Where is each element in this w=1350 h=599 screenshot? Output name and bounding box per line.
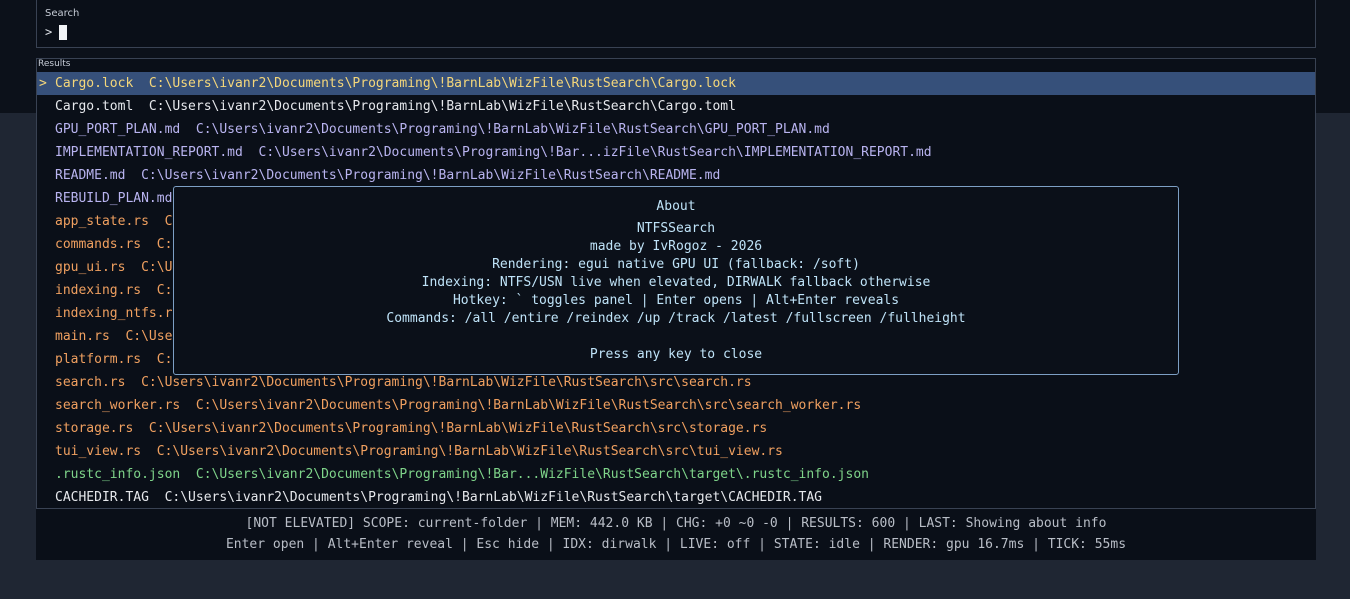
app-window: Search > Results > Cargo.lock C:\Users\iv… <box>0 0 1350 599</box>
result-text: search_worker.rs C:\Users\ivanr2\Documen… <box>55 398 862 413</box>
about-hotkey: Hotkey: ` toggles panel | Enter opens | … <box>452 293 900 308</box>
result-row[interactable]: GPU_PORT_PLAN.md C:\Users\ivanr2\Documen… <box>37 118 1315 141</box>
search-input[interactable]: > <box>45 23 68 41</box>
about-close-hint: Press any key to close <box>589 347 763 362</box>
result-row[interactable]: CACHEDIR.TAG C:\Users\ivanr2\Documents\P… <box>37 486 1315 508</box>
result-text: commands.rs C: <box>55 237 173 252</box>
result-text: platform.rs C: <box>55 352 173 367</box>
search-panel: Search > <box>36 0 1316 48</box>
result-row[interactable]: tui_view.rs C:\Users\ivanr2\Documents\Pr… <box>37 440 1315 463</box>
status-line-1: [NOT ELEVATED] SCOPE: current-folder | M… <box>245 516 1107 531</box>
about-commands: Commands: /all /entire /reindex /up /tra… <box>386 311 966 326</box>
result-text: gpu_ui.rs C:\U <box>55 260 173 275</box>
search-label: Search <box>45 8 80 19</box>
search-prompt: > <box>45 25 53 39</box>
result-text: IMPLEMENTATION_REPORT.md C:\Users\ivanr2… <box>55 145 932 160</box>
result-text: tui_view.rs C:\Users\ivanr2\Documents\Pr… <box>55 444 783 459</box>
result-text: .rustc_info.json C:\Users\ivanr2\Documen… <box>55 467 869 482</box>
result-text: storage.rs C:\Users\ivanr2\Documents\Pro… <box>55 421 768 436</box>
about-dialog[interactable]: About NTFSSearch made by IvRogoz - 2026 … <box>173 186 1179 375</box>
result-row[interactable]: README.md C:\Users\ivanr2\Documents\Prog… <box>37 164 1315 187</box>
result-text: CACHEDIR.TAG C:\Users\ivanr2\Documents\P… <box>55 490 823 505</box>
results-label: Results <box>38 59 71 69</box>
selection-marker: > <box>39 76 47 91</box>
text-cursor <box>59 24 68 40</box>
result-text: Cargo.toml C:\Users\ivanr2\Documents\Pro… <box>55 99 736 114</box>
result-text: main.rs C:\Use <box>55 329 173 344</box>
result-row[interactable]: search_worker.rs C:\Users\ivanr2\Documen… <box>37 394 1315 417</box>
result-text: REBUILD_PLAN.md <box>55 191 173 206</box>
about-title: About <box>656 199 696 214</box>
result-row[interactable]: > Cargo.lock C:\Users\ivanr2\Documents\Pr… <box>37 72 1315 95</box>
result-row[interactable]: Cargo.toml C:\Users\ivanr2\Documents\Pro… <box>37 95 1315 118</box>
result-text: app_state.rs C <box>55 214 173 229</box>
result-text: GPU_PORT_PLAN.md C:\Users\ivanr2\Documen… <box>55 122 830 137</box>
result-text: README.md C:\Users\ivanr2\Documents\Prog… <box>55 168 721 183</box>
result-text: Cargo.lock C:\Users\ivanr2\Documents\Pro… <box>55 76 736 91</box>
result-row[interactable]: IMPLEMENTATION_REPORT.md C:\Users\ivanr2… <box>37 141 1315 164</box>
status-line-2: Enter open | Alt+Enter reveal | Esc hide… <box>225 537 1127 552</box>
result-text: indexing_ntfs.r <box>55 306 173 321</box>
result-row[interactable]: storage.rs C:\Users\ivanr2\Documents\Pro… <box>37 417 1315 440</box>
result-row[interactable]: .rustc_info.json C:\Users\ivanr2\Documen… <box>37 463 1315 486</box>
about-app-name: NTFSSearch <box>636 221 716 236</box>
about-indexing: Indexing: NTFS/USN live when elevated, D… <box>421 275 931 290</box>
result-text: indexing.rs C: <box>55 283 173 298</box>
status-bar: [NOT ELEVATED] SCOPE: current-folder | M… <box>36 509 1316 560</box>
result-text: search.rs C:\Users\ivanr2\Documents\Prog… <box>55 375 752 390</box>
about-rendering: Rendering: egui native GPU UI (fallback:… <box>492 257 860 272</box>
about-author: made by IvRogoz - 2026 <box>589 239 763 254</box>
